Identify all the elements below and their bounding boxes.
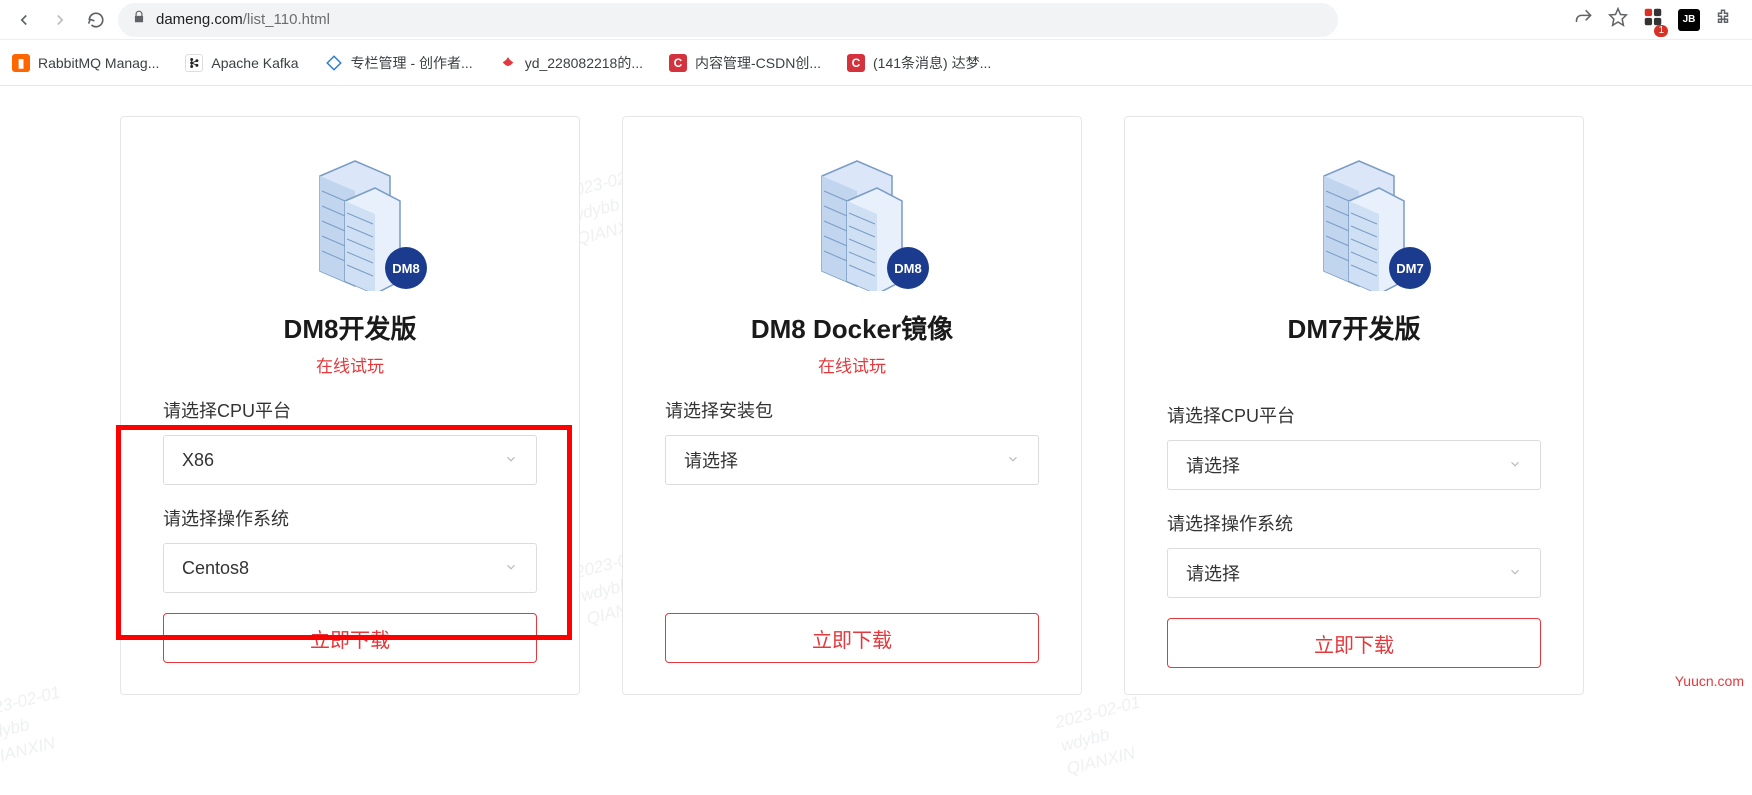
url-text: dameng.com/list_110.html	[156, 11, 330, 28]
bookmark-kafka[interactable]: Apache Kafka	[185, 54, 298, 72]
bookmark-huawei[interactable]: yd_228082218的...	[499, 53, 643, 73]
version-badge: DM8	[887, 247, 929, 289]
db-illustration: DM7	[1289, 151, 1419, 291]
cpu-platform-label: 请选择CPU平台	[1167, 402, 1541, 428]
chevron-down-icon	[504, 450, 518, 471]
diamond-icon	[325, 54, 343, 72]
cpu-platform-select[interactable]: 请选择	[1167, 440, 1541, 490]
watermark: 2023-02-01wdybbQIANXIN	[1053, 691, 1155, 781]
cpu-platform-select[interactable]: X86	[163, 435, 537, 485]
back-button[interactable]	[10, 6, 38, 34]
card-subtitle[interactable]: 在线试玩	[316, 352, 384, 377]
extensions-menu-icon[interactable]	[1714, 8, 1732, 31]
reload-button[interactable]	[82, 6, 110, 34]
db-illustration: DM8	[285, 151, 415, 291]
extension-icon[interactable]: 1	[1642, 6, 1664, 33]
card-dm8-dev: DM8 DM8开发版 在线试玩 请选择CPU平台 X86 请选择操作系统 Cen…	[120, 116, 580, 695]
card-title: DM8 Docker镜像	[751, 309, 953, 346]
rabbitmq-icon: ▮	[12, 54, 30, 72]
card-dm8-docker: DM8 DM8 Docker镜像 在线试玩 请选择安装包 请选择 立即下载	[622, 116, 1082, 695]
download-button[interactable]: 立即下载	[163, 613, 537, 663]
cpu-platform-label: 请选择CPU平台	[163, 397, 537, 423]
chevron-down-icon	[504, 558, 518, 579]
os-label: 请选择操作系统	[1167, 510, 1541, 536]
jb-extension-icon[interactable]: JB	[1678, 9, 1700, 31]
package-select[interactable]: 请选择	[665, 435, 1039, 485]
db-illustration: DM8	[787, 151, 917, 291]
chevron-down-icon	[1508, 455, 1522, 476]
address-bar[interactable]: dameng.com/list_110.html	[118, 3, 1338, 37]
bookmark-star-icon[interactable]	[1608, 7, 1628, 32]
os-label: 请选择操作系统	[163, 505, 537, 531]
bookmark-csdn1[interactable]: C 内容管理-CSDN创...	[669, 53, 821, 73]
huawei-icon	[499, 54, 517, 72]
lock-icon	[132, 10, 146, 29]
card-subtitle[interactable]: 在线试玩	[818, 352, 886, 377]
card-title: DM7开发版	[1288, 309, 1421, 346]
browser-nav-bar: dameng.com/list_110.html 1 JB	[0, 0, 1752, 40]
download-button[interactable]: 立即下载	[1167, 618, 1541, 668]
package-label: 请选择安装包	[665, 397, 1039, 423]
bookmark-csdn2[interactable]: C (141条消息) 达梦...	[847, 53, 991, 73]
chevron-down-icon	[1006, 450, 1020, 471]
share-icon[interactable]	[1574, 7, 1594, 32]
csdn-icon: C	[847, 54, 865, 72]
badge-count: 1	[1654, 25, 1668, 37]
version-badge: DM8	[385, 247, 427, 289]
os-select[interactable]: Centos8	[163, 543, 537, 593]
card-title: DM8开发版	[284, 309, 417, 346]
kafka-icon	[185, 54, 203, 72]
bookmark-rabbitmq[interactable]: ▮ RabbitMQ Manag...	[12, 54, 159, 72]
csdn-icon: C	[669, 54, 687, 72]
version-badge: DM7	[1389, 247, 1431, 289]
bookmarks-bar: ▮ RabbitMQ Manag... Apache Kafka 专栏管理 - …	[0, 40, 1752, 86]
site-credit: Yuucn.com	[1675, 673, 1744, 689]
card-dm7-dev: DM7 DM7开发版 请选择CPU平台 请选择 请选择操作系统 请选择 立即下载	[1124, 116, 1584, 695]
bookmark-column[interactable]: 专栏管理 - 创作者...	[325, 53, 473, 73]
download-cards: DM8 DM8开发版 在线试玩 请选择CPU平台 X86 请选择操作系统 Cen…	[0, 86, 1752, 695]
forward-button[interactable]	[46, 6, 74, 34]
chevron-down-icon	[1508, 563, 1522, 584]
download-button[interactable]: 立即下载	[665, 613, 1039, 663]
os-select[interactable]: 请选择	[1167, 548, 1541, 598]
